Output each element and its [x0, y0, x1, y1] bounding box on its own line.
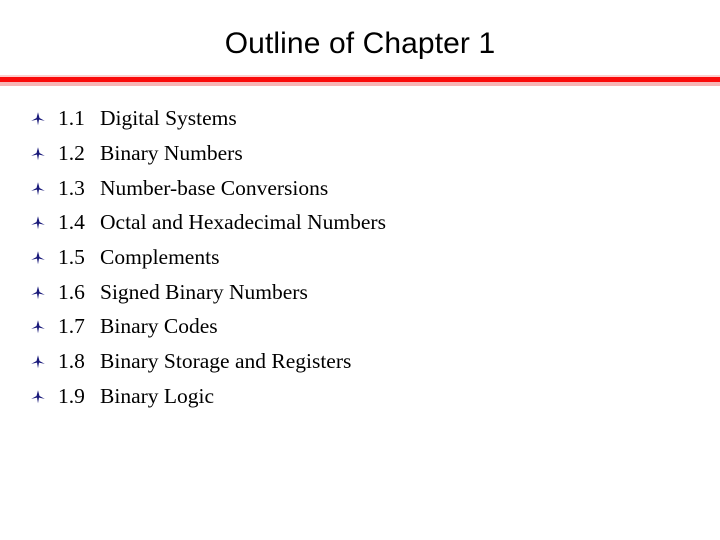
outline-list: 1.1 Digital Systems 1.2 Binary Numbers 1…	[0, 101, 720, 413]
item-label: Binary Numbers	[100, 141, 243, 166]
three-point-star-bullet-icon	[30, 178, 46, 198]
three-point-star-bullet-icon	[30, 247, 46, 267]
item-number: 1.4	[58, 210, 85, 235]
list-item: 1.9 Binary Logic	[0, 379, 720, 414]
three-point-star-bullet-icon	[30, 316, 46, 336]
three-point-star-bullet-icon	[30, 212, 46, 232]
item-number: 1.3	[58, 175, 85, 200]
three-point-star-bullet-icon	[30, 108, 46, 128]
page-title: Outline of Chapter 1	[224, 27, 496, 60]
divider-bottom-glow	[0, 82, 720, 86]
list-item: 1.7 Binary Codes	[0, 309, 720, 344]
list-item: 1.2 Binary Numbers	[0, 136, 720, 171]
three-point-star-bullet-icon	[30, 351, 46, 371]
item-label: Signed Binary Numbers	[100, 279, 308, 304]
item-number: 1.1	[58, 106, 85, 131]
item-number: 1.5	[58, 245, 85, 270]
presentation-slide: Outline of Chapter 1 1.1 Digital Systems…	[0, 0, 720, 540]
title-divider-rule	[0, 75, 720, 86]
item-label: Binary Logic	[100, 383, 215, 408]
item-number: 1.6	[58, 279, 85, 304]
list-item: 1.3 Number-base Conversions	[0, 170, 720, 205]
three-point-star-bullet-icon	[30, 143, 46, 163]
item-label: Digital Systems	[100, 106, 237, 131]
item-number: 1.2	[58, 141, 85, 166]
item-label: Octal and Hexadecimal Numbers	[100, 210, 386, 235]
list-item: 1.5 Complements	[0, 240, 720, 275]
list-item: 1.8 Binary Storage and Registers	[0, 344, 720, 379]
item-label: Binary Storage and Registers	[100, 349, 352, 374]
item-number: 1.8	[58, 349, 85, 374]
item-label: Number-base Conversions	[100, 175, 329, 200]
list-item: 1.4 Octal and Hexadecimal Numbers	[0, 205, 720, 240]
list-item: 1.1 Digital Systems	[0, 101, 720, 136]
item-label: Complements	[100, 245, 220, 270]
three-point-star-bullet-icon	[30, 386, 46, 406]
item-number: 1.9	[58, 383, 85, 408]
item-label: Binary Codes	[100, 314, 218, 339]
list-item: 1.6 Signed Binary Numbers	[0, 274, 720, 309]
three-point-star-bullet-icon	[30, 282, 46, 302]
item-number: 1.7	[58, 314, 85, 339]
